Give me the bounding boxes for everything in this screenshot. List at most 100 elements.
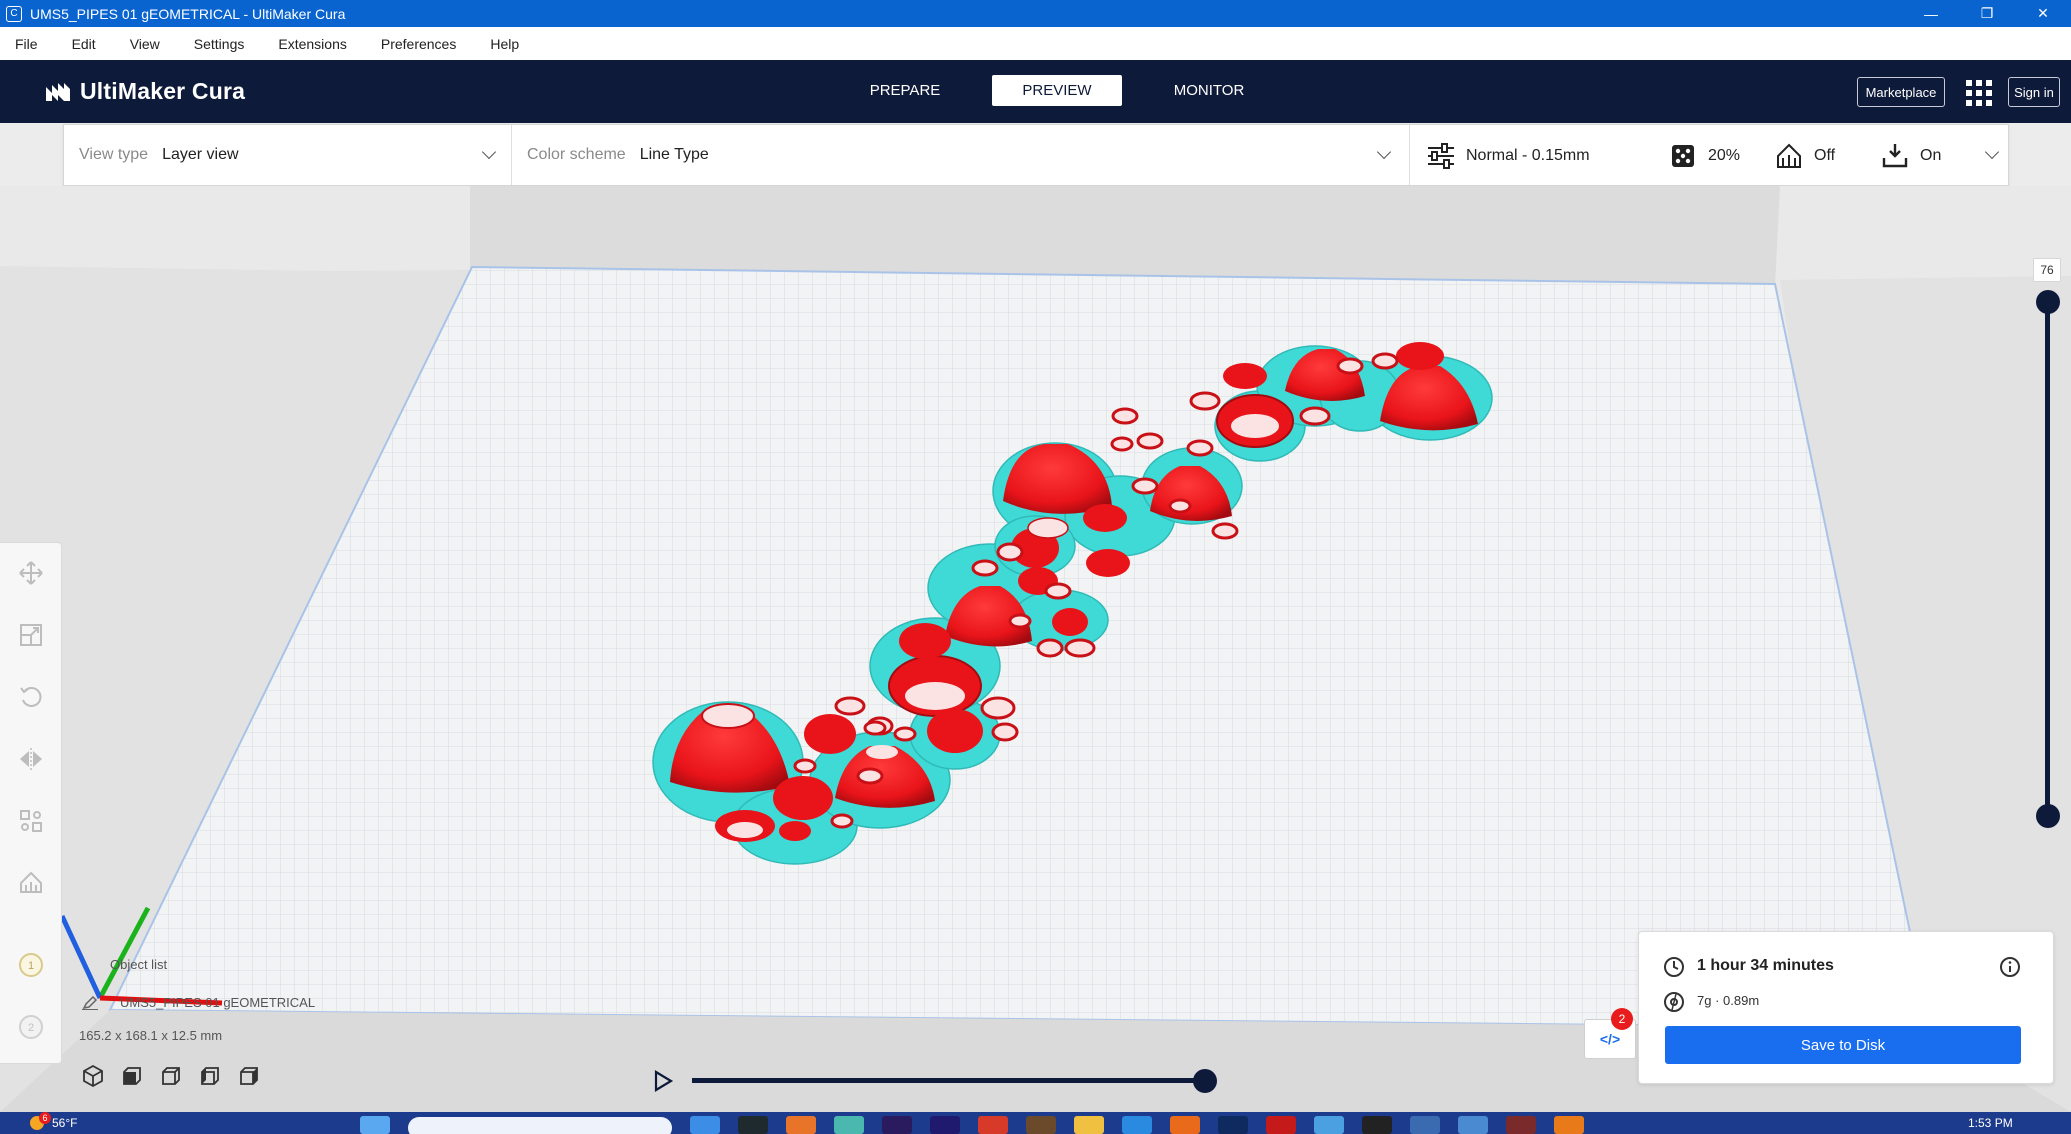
- play-icon[interactable]: [652, 1069, 674, 1093]
- extruder-1-icon[interactable]: 1: [15, 949, 47, 981]
- menu-settings[interactable]: Settings: [194, 36, 245, 52]
- edit-pencil-icon[interactable]: [82, 996, 98, 1010]
- menu-preferences[interactable]: Preferences: [381, 36, 456, 52]
- layer-number-input[interactable]: 76: [2033, 258, 2061, 282]
- view-type-label: View type: [79, 146, 149, 163]
- view-left-icon[interactable]: [197, 1063, 223, 1089]
- weather-widget[interactable]: 6 56°F: [30, 1112, 77, 1130]
- per-model-settings-icon[interactable]: [15, 805, 47, 837]
- app-icon[interactable]: [738, 1116, 768, 1134]
- app-icon[interactable]: [1170, 1116, 1200, 1134]
- view-3d-icon[interactable]: [80, 1063, 106, 1089]
- tab-prepare[interactable]: PREPARE: [840, 75, 970, 106]
- color-scheme-dropdown[interactable]: Color scheme Line Type: [512, 125, 1410, 185]
- profile-value: Normal - 0.15mm: [1466, 147, 1590, 164]
- info-icon[interactable]: [1999, 956, 2021, 978]
- preview-toolbar: View type Layer view Color scheme Line T…: [63, 124, 2009, 186]
- svg-text:2: 2: [28, 1022, 34, 1034]
- pinned-apps: [690, 1116, 1584, 1134]
- app-icon[interactable]: [1362, 1116, 1392, 1134]
- sign-in-button[interactable]: Sign in: [2008, 77, 2060, 107]
- view-top-icon[interactable]: [158, 1063, 184, 1089]
- menu-view[interactable]: View: [130, 36, 160, 52]
- support-blocker-icon[interactable]: [15, 867, 47, 899]
- left-tool-panel: 1 2: [0, 542, 62, 1064]
- extruder-2-icon[interactable]: 2: [15, 1011, 47, 1043]
- mirror-icon[interactable]: [15, 743, 47, 775]
- ultimaker-logo-icon: [46, 82, 70, 101]
- infill-icon: [1672, 145, 1694, 167]
- app-icon[interactable]: [930, 1116, 960, 1134]
- app-icon[interactable]: [1314, 1116, 1344, 1134]
- move-icon[interactable]: [15, 557, 47, 589]
- object-list-toggle[interactable]: Object list: [110, 957, 167, 972]
- app-icon[interactable]: [1218, 1116, 1248, 1134]
- app-icon[interactable]: [882, 1116, 912, 1134]
- infill-setting[interactable]: 20%: [1668, 142, 1740, 170]
- layer-slider-bottom-handle[interactable]: [2036, 804, 2060, 828]
- adhesion-value: On: [1920, 147, 1942, 164]
- window-title: UMS5_PIPES 01 gEOMETRICAL - UltiMaker Cu…: [30, 5, 346, 22]
- app-icon[interactable]: [1266, 1116, 1296, 1134]
- path-slider-handle[interactable]: [1193, 1069, 1217, 1093]
- taskbar-apps: [360, 1116, 390, 1134]
- stage-tabs: PREPARE PREVIEW MONITOR: [840, 75, 1274, 106]
- window-titlebar: C UMS5_PIPES 01 gEOMETRICAL - UltiMaker …: [0, 0, 2071, 27]
- view-type-dropdown[interactable]: View type Layer view: [64, 125, 512, 185]
- path-slider-track[interactable]: [692, 1078, 1204, 1083]
- start-icon[interactable]: [360, 1116, 390, 1134]
- apps-grid-icon[interactable]: [1964, 78, 1992, 106]
- clock-icon: [1664, 957, 1684, 977]
- material-usage: 7g · 0.89m: [1697, 993, 1760, 1008]
- svg-text:1: 1: [28, 960, 34, 972]
- rotate-icon[interactable]: [15, 681, 47, 713]
- weather-sun-icon: 6: [30, 1112, 51, 1130]
- save-to-disk-button[interactable]: Save to Disk: [1665, 1026, 2021, 1064]
- app-icon[interactable]: [1026, 1116, 1056, 1134]
- adhesion-setting[interactable]: On: [1880, 142, 1941, 170]
- view-right-icon[interactable]: [236, 1063, 262, 1089]
- layer-slider-track[interactable]: [2045, 300, 2050, 816]
- taskbar-clock: 1:53 PM: [1968, 1116, 2013, 1130]
- app-icon[interactable]: [1458, 1116, 1488, 1134]
- app-icon[interactable]: [786, 1116, 816, 1134]
- logo-text: UltiMaker Cura: [80, 78, 246, 104]
- tab-monitor[interactable]: MONITOR: [1144, 75, 1274, 106]
- app-icon[interactable]: [1074, 1116, 1104, 1134]
- windows-taskbar: 6 56°F 1:53 PM: [0, 1112, 2071, 1134]
- menu-extensions[interactable]: Extensions: [278, 36, 346, 52]
- app-icon[interactable]: [1554, 1116, 1584, 1134]
- app-header: UltiMaker Cura PREPARE PREVIEW MONITOR M…: [0, 60, 2071, 123]
- print-time: 1 hour 34 minutes: [1697, 957, 1834, 974]
- adhesion-icon: [1882, 144, 1908, 168]
- window-controls: — ❐ ✕: [1903, 0, 2071, 27]
- view-front-icon[interactable]: [119, 1063, 145, 1089]
- tab-preview[interactable]: PREVIEW: [992, 75, 1122, 106]
- layer-slider-top-handle[interactable]: [2036, 290, 2060, 314]
- app-icon[interactable]: [978, 1116, 1008, 1134]
- camera-view-buttons: [80, 1063, 262, 1089]
- color-scheme-value: Line Type: [639, 146, 709, 163]
- app-icon[interactable]: [834, 1116, 864, 1134]
- scale-icon[interactable]: [15, 619, 47, 651]
- print-settings-summary[interactable]: Normal - 0.15mm 20% Off On: [1410, 125, 2008, 185]
- print-output-panel: 1 hour 34 minutes 7g · 0.89m Save to Dis…: [1638, 931, 2054, 1084]
- close-button[interactable]: ✕: [2015, 0, 2071, 27]
- profile-setting[interactable]: Normal - 0.15mm: [1426, 142, 1590, 170]
- menu-edit[interactable]: Edit: [72, 36, 96, 52]
- menu-help[interactable]: Help: [490, 36, 519, 52]
- marketplace-button[interactable]: Marketplace: [1857, 77, 1945, 107]
- app-icon[interactable]: [690, 1116, 720, 1134]
- minimize-button[interactable]: —: [1903, 0, 1959, 27]
- support-setting[interactable]: Off: [1774, 142, 1835, 170]
- infill-value: 20%: [1708, 147, 1741, 164]
- maximize-button[interactable]: ❐: [1959, 0, 2015, 27]
- notification-badge: 2: [1611, 1008, 1633, 1030]
- app-icon[interactable]: [1122, 1116, 1152, 1134]
- app-icon[interactable]: [1410, 1116, 1440, 1134]
- view-type-value: Layer view: [162, 146, 239, 163]
- taskbar-search[interactable]: [408, 1117, 672, 1134]
- cura-taskbar-icon[interactable]: [1506, 1116, 1536, 1134]
- menu-file[interactable]: File: [15, 36, 38, 52]
- cura-app-icon: C: [6, 5, 22, 22]
